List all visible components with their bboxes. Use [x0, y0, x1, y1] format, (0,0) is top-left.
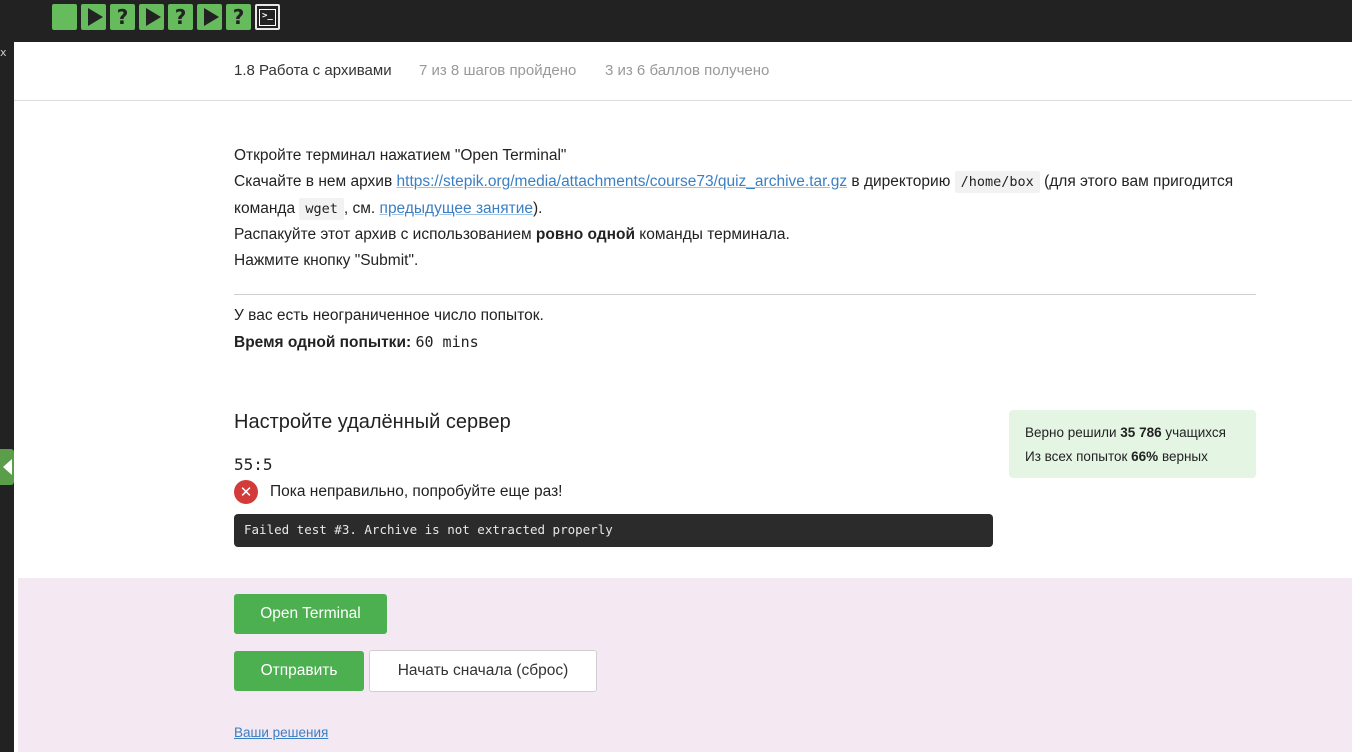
step-8-terminal[interactable]: >_: [255, 4, 280, 30]
step-6-video[interactable]: [197, 4, 222, 30]
reset-button[interactable]: Начать сначала (сброс): [369, 650, 597, 692]
divider: [234, 294, 1256, 295]
step-1-text[interactable]: [52, 4, 77, 30]
task-line-1: Откройте терминал нажатием "Open Termina…: [234, 147, 567, 164]
question-icon: ?: [232, 5, 245, 29]
step-7-quiz[interactable]: ?: [226, 4, 251, 30]
solution-stats: Верно решили 35 786 учащихся Из всех поп…: [1009, 410, 1256, 478]
archive-link[interactable]: https://stepik.org/media/attachments/cou…: [397, 173, 848, 190]
submission-status: ✕ Пока неправильно, попробуйте еще раз!: [234, 480, 562, 504]
task-description: Откройте терминал нажатием "Open Termina…: [234, 143, 1256, 274]
play-icon: [145, 8, 161, 26]
quiz-timer: 55:5: [234, 455, 273, 474]
task-line-3: Распакуйте этот архив с использованием р…: [234, 226, 790, 244]
wget-code: wget: [299, 197, 344, 220]
steps-progress: 7 из 8 шагов пройдено: [419, 62, 577, 79]
play-icon: [203, 8, 219, 26]
status-text: Пока неправильно, попробуйте еще раз!: [270, 483, 563, 500]
score-progress: 3 из 6 баллов получено: [605, 62, 770, 79]
your-solutions-link[interactable]: Ваши решения: [234, 725, 328, 740]
question-icon: ?: [116, 5, 129, 29]
quiz-actions-panel: Open Terminal Отправить Начать сначала (…: [18, 578, 1352, 752]
attempts-info: У вас есть неограниченное число попыток.…: [234, 303, 544, 356]
step-2-video[interactable]: [81, 4, 106, 30]
step-list: ? ? ? >_: [52, 4, 280, 30]
terminal-icon: >_: [259, 8, 276, 26]
attempt-time-value: 60 mins: [415, 333, 479, 351]
error-icon: ✕: [234, 480, 258, 504]
solved-count-line: Верно решили 35 786 учащихся: [1025, 425, 1226, 440]
play-icon: [87, 8, 103, 26]
task-line-4: Нажмите кнопку "Submit".: [234, 252, 419, 270]
open-terminal-button[interactable]: Open Terminal: [234, 594, 387, 634]
quiz-title: Настройте удалённый сервер: [234, 411, 511, 433]
left-sidebar-rail: x: [0, 42, 14, 752]
task-line-2: Скачайте в нем архив https://stepik.org/…: [234, 169, 1256, 223]
step-4-video[interactable]: [139, 4, 164, 30]
question-icon: ?: [174, 5, 187, 29]
success-rate-line: Из всех попыток 66% верных: [1025, 449, 1208, 464]
sidebar-toggle-button[interactable]: [0, 449, 14, 485]
close-icon[interactable]: x: [0, 46, 7, 59]
chevron-left-icon: [3, 459, 12, 475]
step-5-quiz[interactable]: ?: [168, 4, 193, 30]
submit-button[interactable]: Отправить: [234, 651, 364, 691]
lesson-title: 1.8 Работа с архивами: [234, 62, 392, 79]
unlimited-attempts-text: У вас есть неограниченное число попыток.: [234, 307, 544, 324]
directory-code: /home/box: [954, 170, 1040, 193]
step-3-quiz[interactable]: ?: [110, 4, 135, 30]
feedback-message: Failed test #3. Archive is not extracted…: [234, 514, 993, 547]
step-navigation-bar: ? ? ? >_: [0, 0, 1352, 42]
lesson-header: 1.8 Работа с архивами 7 из 8 шагов пройд…: [14, 42, 1352, 101]
attempt-time: Время одной попытки: 60 mins: [234, 333, 479, 351]
previous-lesson-link[interactable]: предыдущее занятие: [380, 200, 533, 217]
